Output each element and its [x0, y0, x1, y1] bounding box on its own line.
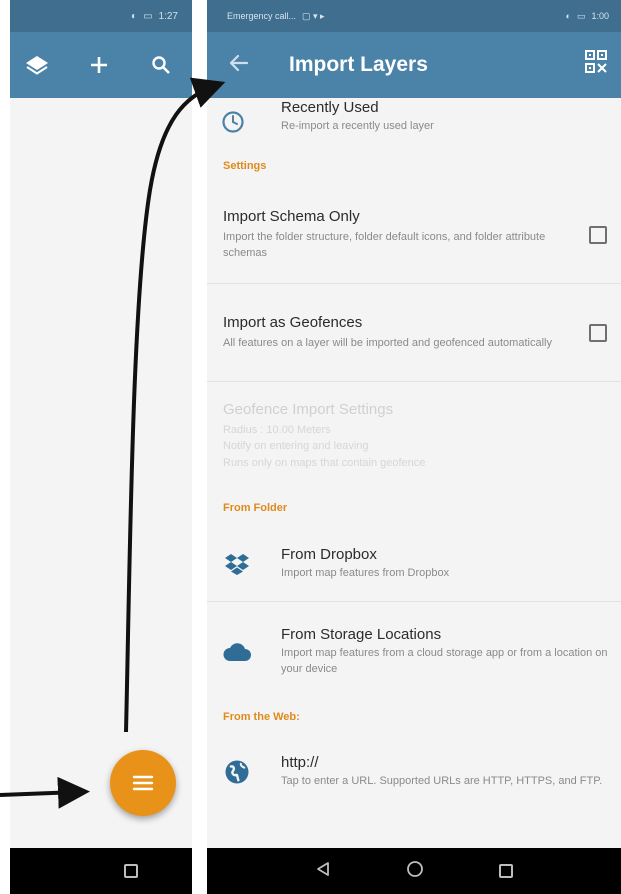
recently-used-title: Recently Used: [281, 99, 379, 117]
clock-icon: [207, 110, 253, 134]
system-nav-bar: [10, 848, 192, 894]
from-storage-locations-subtitle: Import map features from a cloud storage…: [281, 647, 608, 675]
status-bar: Emergency call... ▢ ▾ ▸ ◐ ▭ 1:00: [207, 0, 621, 32]
battery-icon: ▭: [143, 10, 153, 22]
tutorial-composite: ◐ ▭ 1:27 Emergency call... ▢ ▾ ▸ ◐ ▭ 1:0…: [0, 0, 621, 894]
notification-icon: ▢ ▾ ▸: [302, 10, 325, 21]
import-as-geofences-checkbox[interactable]: [589, 323, 607, 342]
add-icon[interactable]: [86, 52, 112, 78]
app-bar: Import Layers: [207, 32, 621, 98]
search-icon[interactable]: [148, 52, 174, 78]
system-nav-bar: [207, 848, 621, 894]
setting-title: Import Schema Only: [223, 207, 360, 225]
carrier-text: Emergency call...: [227, 11, 297, 21]
app-bar: [10, 32, 192, 98]
page-title: Import Layers: [289, 53, 428, 76]
dropbox-icon: [207, 553, 267, 575]
back-nav-icon[interactable]: [315, 861, 331, 882]
status-time: 1:27: [158, 10, 178, 22]
http-url-item[interactable]: http:// Tap to enter a URL. Supported UR…: [207, 732, 621, 812]
from-dropbox-subtitle: Import map features from Dropbox: [281, 566, 450, 579]
status-time: 1:00: [591, 11, 609, 21]
http-url-title: http://: [281, 754, 319, 772]
geofence-runs-text: Runs only on maps that contain geofence: [223, 456, 426, 469]
menu-fab-button[interactable]: [110, 750, 176, 816]
geofence-notify-text: Notify on entering and leaving: [223, 440, 369, 453]
signal-icon: ◐: [131, 10, 138, 22]
right-phone-screen: Emergency call... ▢ ▾ ▸ ◐ ▭ 1:00 Import …: [207, 0, 621, 894]
geofence-import-settings: Geofence Import Settings Radius : 10.00 …: [207, 382, 621, 490]
home-nav-icon[interactable]: [406, 860, 424, 883]
import-schema-only-checkbox[interactable]: [589, 225, 607, 244]
from-storage-locations-title: From Storage Locations: [281, 626, 442, 644]
import-as-geofences-setting[interactable]: Import as Geofences All features on a la…: [207, 284, 621, 382]
globe-icon: [207, 759, 267, 785]
signal-icon: ◐: [565, 11, 571, 21]
qr-code-icon[interactable]: [585, 49, 607, 81]
from-dropbox-title: From Dropbox: [281, 545, 377, 563]
import-options-list: Recently Used Re-import a recently used …: [207, 98, 621, 848]
from-dropbox-item[interactable]: From Dropbox Import map features from Dr…: [207, 526, 621, 602]
layers-icon[interactable]: [24, 52, 50, 78]
menu-icon: [132, 775, 154, 791]
setting-description: All features on a layer will be imported…: [223, 336, 552, 349]
geofence-radius-text: Radius : 10.00 Meters: [223, 423, 331, 436]
geofence-settings-title: Geofence Import Settings: [223, 400, 394, 418]
from-storage-locations-item[interactable]: From Storage Locations Import map featur…: [207, 602, 621, 702]
import-schema-only-setting[interactable]: Import Schema Only Import the folder str…: [207, 186, 621, 284]
back-arrow-icon[interactable]: [229, 54, 249, 77]
http-url-subtitle: Tap to enter a URL. Supported URLs are H…: [281, 775, 603, 788]
left-phone-screen: ◐ ▭ 1:27: [10, 0, 192, 894]
from-folder-section-header: From Folder: [223, 502, 288, 514]
recently-used-item[interactable]: Recently Used Re-import a recently used …: [207, 98, 621, 146]
recently-used-subtitle: Re-import a recently used layer: [281, 120, 434, 133]
status-bar: ◐ ▭ 1:27: [10, 0, 192, 32]
recents-nav-icon[interactable]: [124, 864, 138, 878]
battery-icon: ▭: [576, 10, 586, 21]
setting-description: Import the folder structure, folder defa…: [223, 230, 546, 260]
settings-section-header: Settings: [223, 160, 267, 172]
from-web-section-header: From the Web:: [223, 711, 300, 723]
setting-title: Import as Geofences: [223, 313, 363, 331]
recents-nav-icon[interactable]: [499, 864, 514, 878]
cloud-icon: [207, 642, 267, 662]
